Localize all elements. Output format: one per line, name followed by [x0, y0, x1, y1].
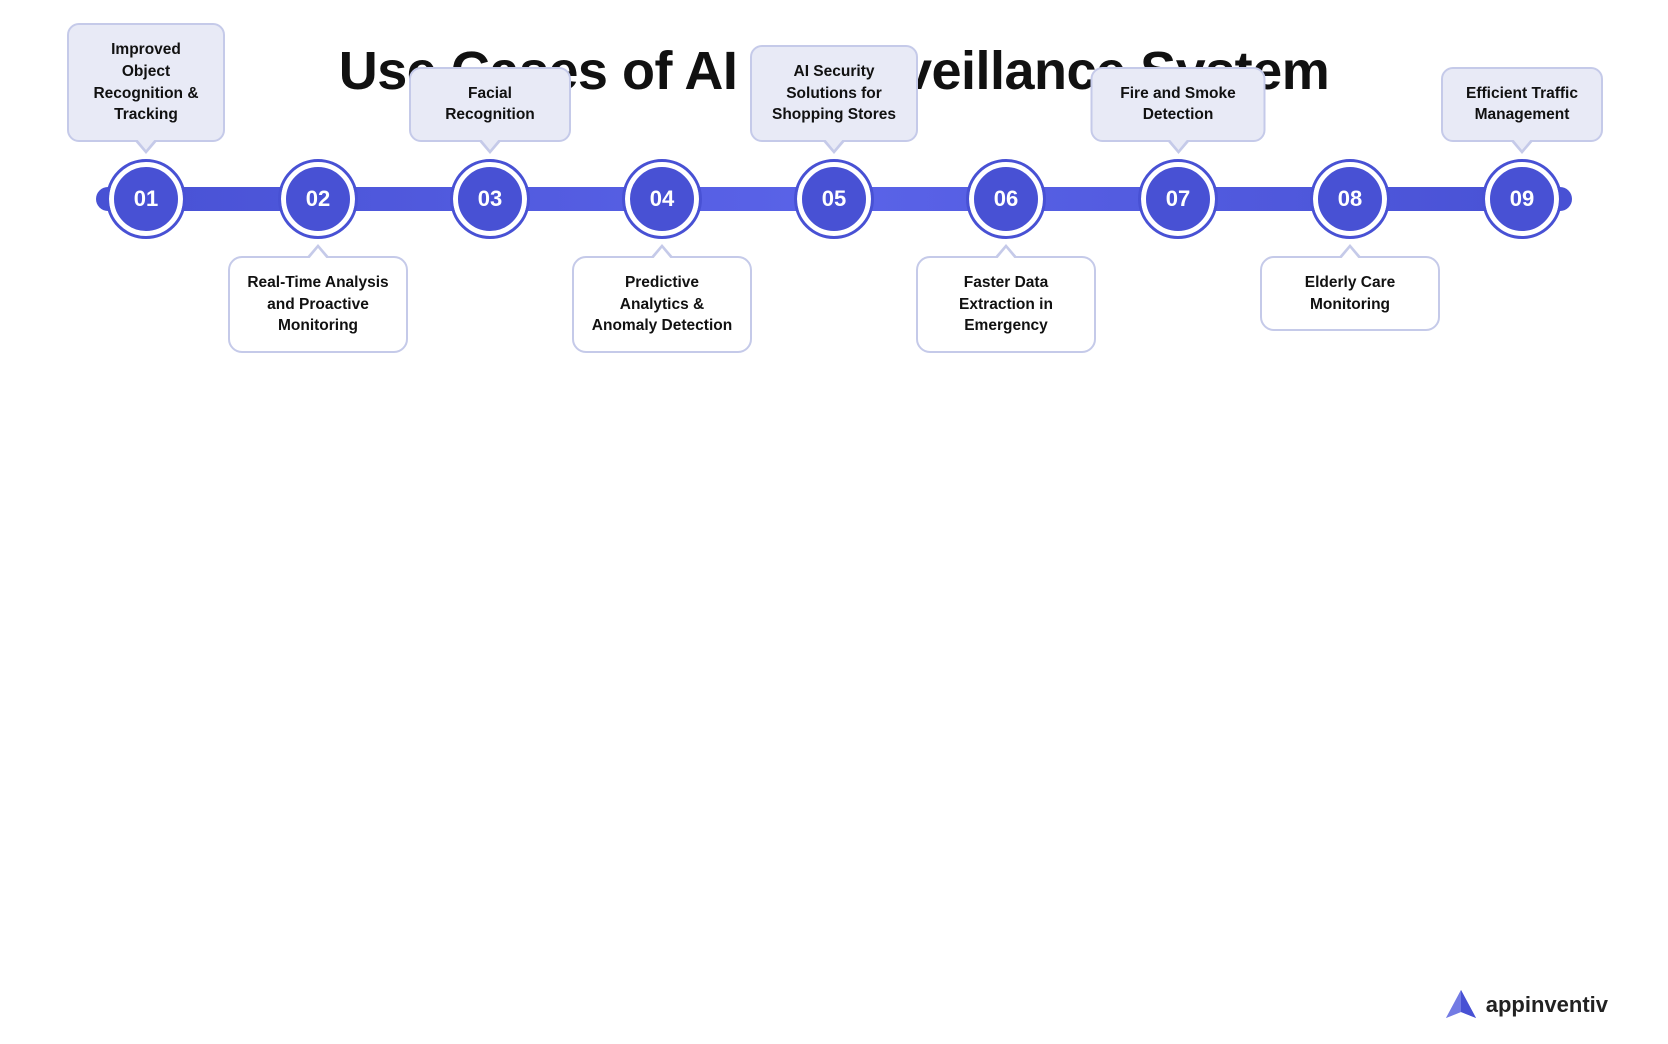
node-9: Efficient Traffic Management 09 [1436, 162, 1608, 236]
bubble-3-top: Facial Recognition [409, 67, 571, 142]
node-8: 08 Elderly Care Monitoring [1264, 162, 1436, 236]
node-2: 02 Real-Time Analysis and Proactive Moni… [232, 162, 404, 236]
circle-5: 05 [797, 162, 871, 236]
bubble-8-bot: Elderly Care Monitoring [1260, 256, 1440, 331]
node-4: 04 Predictive Analytics & Anomaly Detect… [576, 162, 748, 236]
circle-7: 07 [1141, 162, 1215, 236]
appinventiv-logo-icon [1444, 988, 1478, 1022]
bubble-1-top: Improved Object Recognition & Tracking [67, 23, 225, 142]
logo: appinventiv [1444, 988, 1608, 1022]
nodes-container: Improved Object Recognition & Tracking 0… [60, 162, 1608, 236]
circle-4: 04 [625, 162, 699, 236]
bubble-9-top: Efficient Traffic Management [1441, 67, 1603, 142]
circle-3: 03 [453, 162, 527, 236]
circle-6: 06 [969, 162, 1043, 236]
node-7: Fire and Smoke Detection 07 [1092, 162, 1264, 236]
bubble-2-bot: Real-Time Analysis and Proactive Monitor… [228, 256, 408, 353]
circle-1: 01 [109, 162, 183, 236]
logo-text: appinventiv [1486, 992, 1608, 1018]
node-3: Facial Recognition 03 [404, 162, 576, 236]
diagram: Improved Object Recognition & Tracking 0… [60, 152, 1608, 236]
bubble-5-top: AI Security Solutions for Shopping Store… [750, 45, 918, 142]
node-1: Improved Object Recognition & Tracking 0… [60, 162, 232, 236]
circle-9: 09 [1485, 162, 1559, 236]
circle-2: 02 [281, 162, 355, 236]
bubble-4-bot: Predictive Analytics & Anomaly Detection [572, 256, 752, 353]
timeline-row: Improved Object Recognition & Tracking 0… [60, 162, 1608, 236]
node-5: AI Security Solutions for Shopping Store… [748, 162, 920, 236]
node-6: 06 Faster Data Extraction in Emergency [920, 162, 1092, 236]
circle-8: 08 [1313, 162, 1387, 236]
bubble-7-top: Fire and Smoke Detection [1091, 67, 1266, 142]
bubble-6-bot: Faster Data Extraction in Emergency [916, 256, 1096, 353]
